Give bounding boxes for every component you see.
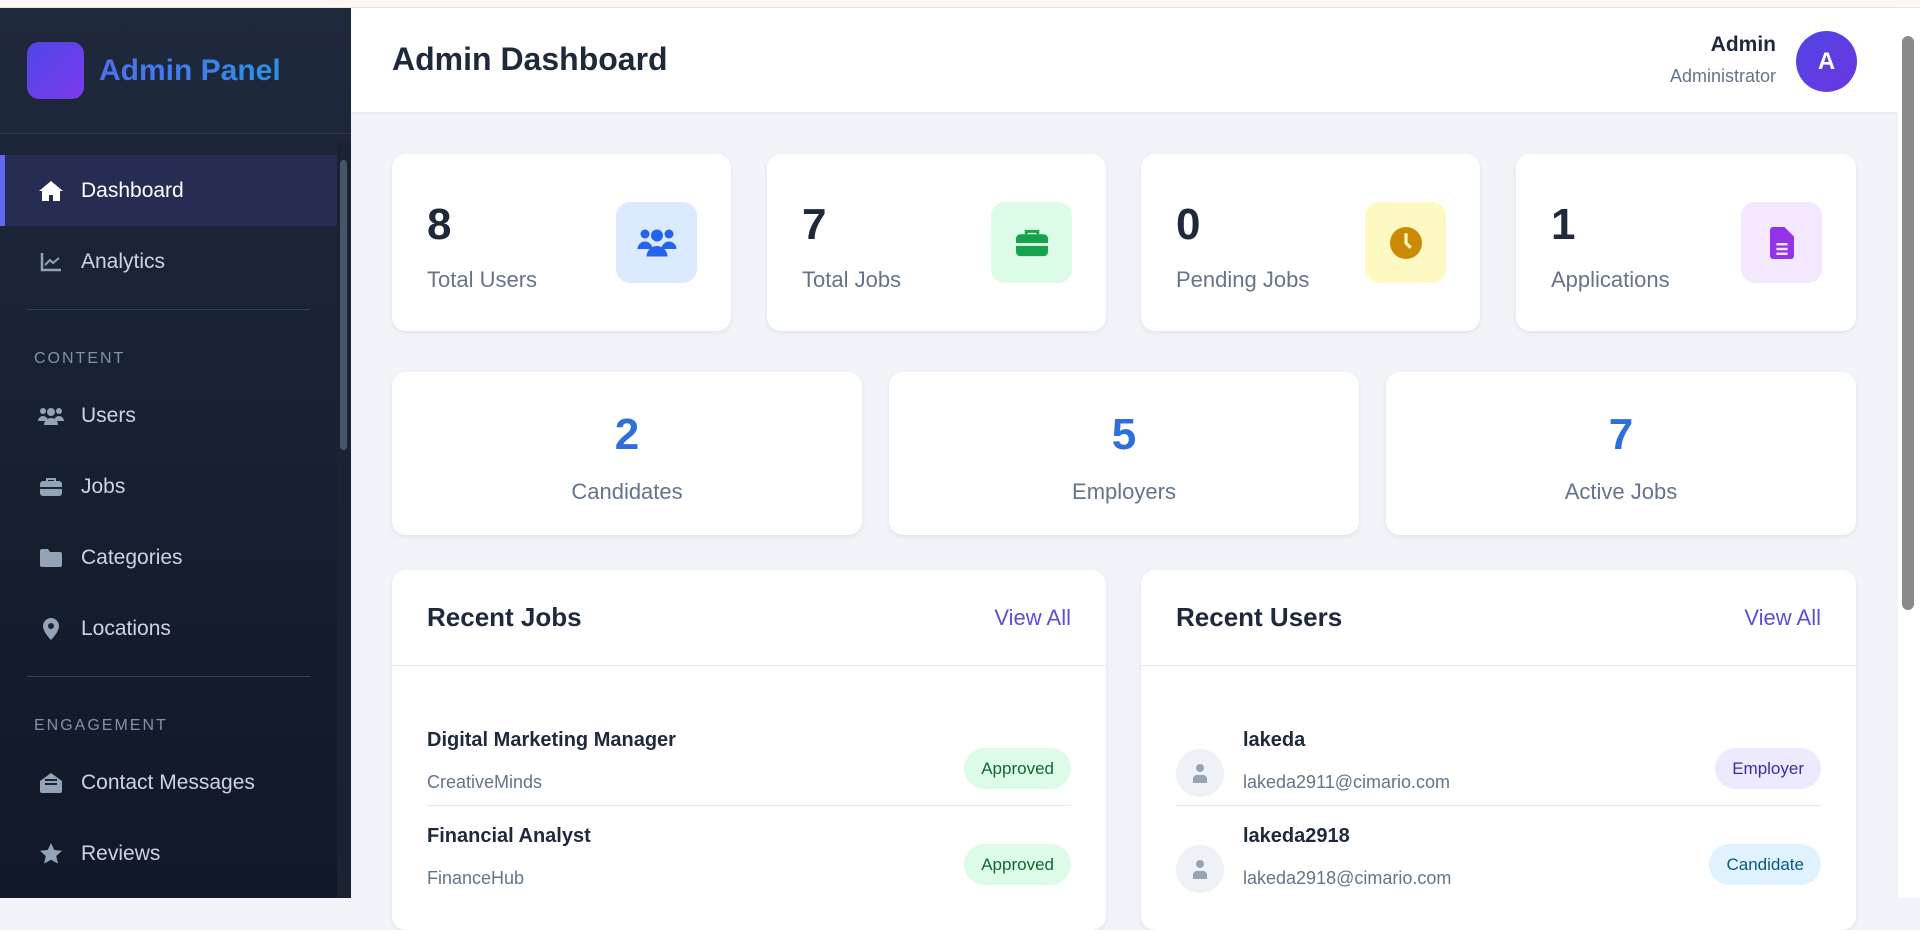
view-all-users-link[interactable]: View All (1744, 605, 1821, 631)
star-icon (38, 843, 64, 864)
user-name: Admin (1710, 33, 1776, 56)
divider (27, 309, 310, 310)
avatar[interactable]: A (1796, 31, 1857, 92)
chart-line-icon (38, 252, 64, 272)
mini-stat-candidates: 2 Candidates (392, 372, 862, 535)
mini-stat-active-jobs: 7 Active Jobs (1386, 372, 1856, 535)
stat-label: Employers (1072, 479, 1176, 504)
stat-value: 0 (1176, 200, 1201, 249)
brand[interactable]: Admin Panel (0, 8, 351, 134)
status-badge: Approved (964, 748, 1071, 789)
user-list-item[interactable]: lakeda2918 lakeda2918@cimario.com Candid… (1176, 805, 1821, 910)
clock-icon (1365, 202, 1446, 283)
users-icon (616, 202, 697, 283)
section-heading: ENGAGEMENT (34, 717, 168, 734)
sidebar-item-label: Analytics (81, 249, 166, 273)
logo-icon (27, 42, 84, 99)
stat-value: 2 (614, 410, 640, 459)
sidebar-item-locations[interactable]: Locations (0, 593, 337, 664)
page-scrollbar-thumb[interactable] (1902, 36, 1914, 610)
job-company: FinanceHub (427, 868, 525, 888)
page-title: Admin Dashboard (392, 41, 668, 77)
stat-value: 7 (802, 200, 827, 249)
stat-label: Applications (1551, 267, 1670, 292)
role-badge: Employer (1715, 748, 1821, 789)
envelope-open-icon (38, 772, 64, 793)
stat-value: 5 (1111, 410, 1137, 459)
brand-title: Admin Panel (99, 53, 281, 87)
section-heading: CONTENT (34, 350, 126, 367)
status-badge: Approved (964, 844, 1071, 885)
stat-card-applications: 1 Applications (1516, 154, 1856, 331)
sidebar-item-label: Users (81, 403, 136, 427)
folder-icon (38, 548, 64, 567)
stat-card-pending-jobs: 0 Pending Jobs (1141, 154, 1480, 331)
job-title: Digital Marketing Manager (427, 729, 676, 751)
sidebar-scrollbar-thumb[interactable] (340, 160, 347, 450)
users-icon (38, 407, 64, 425)
user-name: lakeda (1243, 729, 1306, 751)
sidebar-item-users[interactable]: Users (0, 380, 337, 451)
file-icon (1741, 202, 1822, 283)
stat-value: 7 (1608, 410, 1634, 459)
sidebar-item-categories[interactable]: Categories (0, 522, 337, 593)
briefcase-icon (38, 477, 64, 497)
panel-title: Recent Users (1176, 602, 1343, 632)
role-badge: Candidate (1709, 844, 1821, 885)
job-list-item[interactable]: Digital Marketing Manager CreativeMinds … (427, 710, 1071, 815)
stat-value: 8 (427, 200, 452, 249)
user-name: lakeda2918 (1243, 825, 1350, 847)
job-company: CreativeMinds (427, 772, 543, 792)
stat-label: Total Jobs (802, 267, 902, 292)
stat-label: Candidates (571, 479, 683, 504)
stat-label: Total Users (427, 267, 538, 292)
stat-label: Active Jobs (1564, 479, 1678, 504)
divider (27, 676, 310, 677)
map-pin-icon (38, 617, 64, 640)
sidebar-item-contact-messages[interactable]: Contact Messages (0, 747, 337, 818)
sidebar-item-label: Categories (81, 545, 183, 569)
user-list-item[interactable]: lakeda lakeda2911@cimario.com Employer (1176, 710, 1821, 815)
stat-card-total-users: 8 Total Users (392, 154, 731, 331)
top-header: Admin Dashboard Admin Administrator A (351, 8, 1898, 112)
view-all-jobs-link[interactable]: View All (994, 605, 1071, 631)
user-role: Administrator (1669, 66, 1776, 86)
top-border (0, 0, 1920, 8)
sidebar: Admin Panel Dashboard Analytics CONTENT … (0, 8, 351, 898)
panel-header: Recent Jobs View All (392, 570, 1106, 666)
job-list-item[interactable]: Financial Analyst FinanceHub Approved (427, 805, 1071, 910)
sidebar-item-label: Jobs (81, 474, 126, 498)
sidebar-item-reviews[interactable]: Reviews (0, 818, 337, 889)
user-icon (1176, 749, 1224, 797)
sidebar-item-analytics[interactable]: Analytics (0, 226, 337, 297)
user-icon (1176, 845, 1224, 893)
sidebar-item-dashboard[interactable]: Dashboard (0, 155, 337, 226)
mini-stat-employers: 5 Employers (889, 372, 1359, 535)
home-icon (38, 180, 64, 202)
user-email: lakeda2918@cimario.com (1243, 868, 1452, 888)
sidebar-nav: Dashboard Analytics CONTENT Users Jobs C… (0, 155, 337, 889)
briefcase-icon (991, 202, 1072, 283)
sidebar-item-label: Locations (81, 616, 171, 640)
panel-header: Recent Users View All (1141, 570, 1856, 666)
sidebar-item-label: Contact Messages (81, 770, 255, 794)
sidebar-item-label: Dashboard (81, 178, 184, 202)
sidebar-item-label: Reviews (81, 841, 161, 865)
stat-label: Pending Jobs (1176, 267, 1310, 292)
stat-value: 1 (1551, 200, 1576, 249)
recent-users-panel: Recent Users View All lakeda lakeda2911@… (1141, 570, 1856, 930)
job-title: Financial Analyst (427, 825, 591, 847)
user-email: lakeda2911@cimario.com (1243, 772, 1451, 792)
panel-title: Recent Jobs (427, 602, 582, 632)
recent-jobs-panel: Recent Jobs View All Digital Marketing M… (392, 570, 1106, 930)
stat-card-total-jobs: 7 Total Jobs (767, 154, 1106, 331)
sidebar-item-jobs[interactable]: Jobs (0, 451, 337, 522)
